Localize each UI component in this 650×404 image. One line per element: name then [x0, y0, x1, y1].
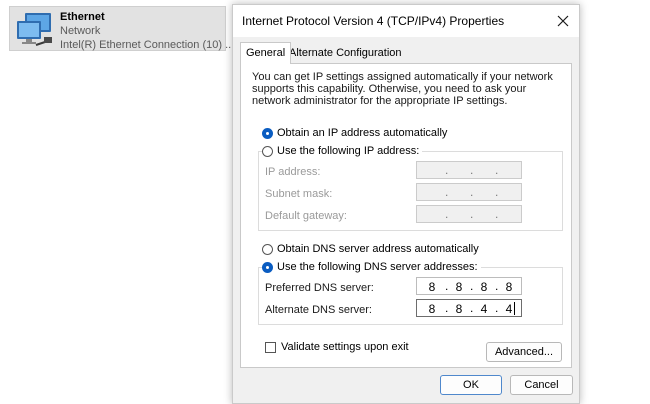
- description-text: You can get IP settings assigned automat…: [252, 71, 553, 107]
- tab-alternate-configuration[interactable]: Alternate Configuration: [287, 45, 406, 64]
- checkbox-unchecked-icon: [265, 341, 276, 353]
- alternate-dns-field[interactable]: 8 . 8 . 4 . 4: [416, 299, 522, 317]
- radio-unchecked-icon: [262, 243, 273, 255]
- preferred-dns-octet-2: 8: [455, 280, 463, 294]
- alternate-dns-octet-1: 8: [428, 302, 436, 316]
- obtain-ip-automatically-label: Obtain an IP address automatically: [277, 127, 448, 139]
- preferred-dns-octet-4: 8: [505, 280, 513, 294]
- alternate-dns-octet-4: 4: [505, 302, 513, 316]
- obtain-ip-automatically-radio[interactable]: Obtain an IP address automatically: [262, 127, 447, 139]
- alternate-dns-octet-2: 8: [455, 302, 463, 316]
- validate-settings-label: Validate settings upon exit: [281, 341, 409, 353]
- network-adapter-icon: [14, 11, 54, 51]
- ip-address-field[interactable]: ...: [416, 161, 522, 179]
- cancel-button[interactable]: Cancel: [510, 375, 573, 395]
- radio-unchecked-icon: [262, 145, 273, 157]
- use-following-ip-label: Use the following IP address:: [277, 145, 420, 157]
- validate-settings-checkbox[interactable]: Validate settings upon exit: [265, 341, 409, 353]
- default-gateway-field[interactable]: ...: [416, 205, 522, 223]
- preferred-dns-label: Preferred DNS server:: [265, 282, 374, 294]
- general-tab-panel: You can get IP settings assigned automat…: [240, 63, 572, 368]
- alternate-dns-label: Alternate DNS server:: [265, 304, 372, 316]
- network-name: Ethernet: [60, 11, 105, 23]
- alternate-dns-octet-3: 4: [480, 302, 488, 316]
- ok-button[interactable]: OK: [440, 375, 502, 395]
- dialog-title: Internet Protocol Version 4 (TCP/IPv4) P…: [242, 14, 505, 28]
- title-bar[interactable]: Internet Protocol Version 4 (TCP/IPv4) P…: [233, 5, 579, 37]
- close-button[interactable]: [553, 11, 573, 31]
- network-adapter: Intel(R) Ethernet Connection (10) ...: [60, 39, 235, 51]
- advanced-button[interactable]: Advanced...: [486, 342, 562, 362]
- network-status: Network: [60, 25, 101, 37]
- radio-checked-icon: [262, 127, 273, 139]
- preferred-dns-octet-3: 8: [480, 280, 488, 294]
- use-following-dns-label: Use the following DNS server addresses:: [277, 261, 478, 273]
- text-caret: [514, 302, 515, 315]
- preferred-dns-field[interactable]: 8 . 8 . 8 . 8: [416, 277, 522, 295]
- default-gateway-label: Default gateway:: [265, 210, 347, 222]
- subnet-mask-field[interactable]: ...: [416, 183, 522, 201]
- use-following-ip-radio[interactable]: Use the following IP address:: [262, 145, 423, 157]
- network-connection-item[interactable]: Ethernet Network Intel(R) Ethernet Conne…: [9, 6, 234, 51]
- obtain-dns-automatically-label: Obtain DNS server address automatically: [277, 243, 479, 255]
- ip-address-label: IP address:: [265, 166, 321, 178]
- use-following-dns-radio[interactable]: Use the following DNS server addresses:: [262, 261, 481, 273]
- ipv4-properties-dialog: Internet Protocol Version 4 (TCP/IPv4) P…: [232, 4, 580, 404]
- preferred-dns-octet-1: 8: [428, 280, 436, 294]
- subnet-mask-label: Subnet mask:: [265, 188, 333, 200]
- tab-general[interactable]: General: [240, 42, 292, 64]
- radio-checked-icon: [262, 261, 273, 273]
- obtain-dns-automatically-radio[interactable]: Obtain DNS server address automatically: [262, 243, 479, 255]
- close-icon: [557, 15, 569, 27]
